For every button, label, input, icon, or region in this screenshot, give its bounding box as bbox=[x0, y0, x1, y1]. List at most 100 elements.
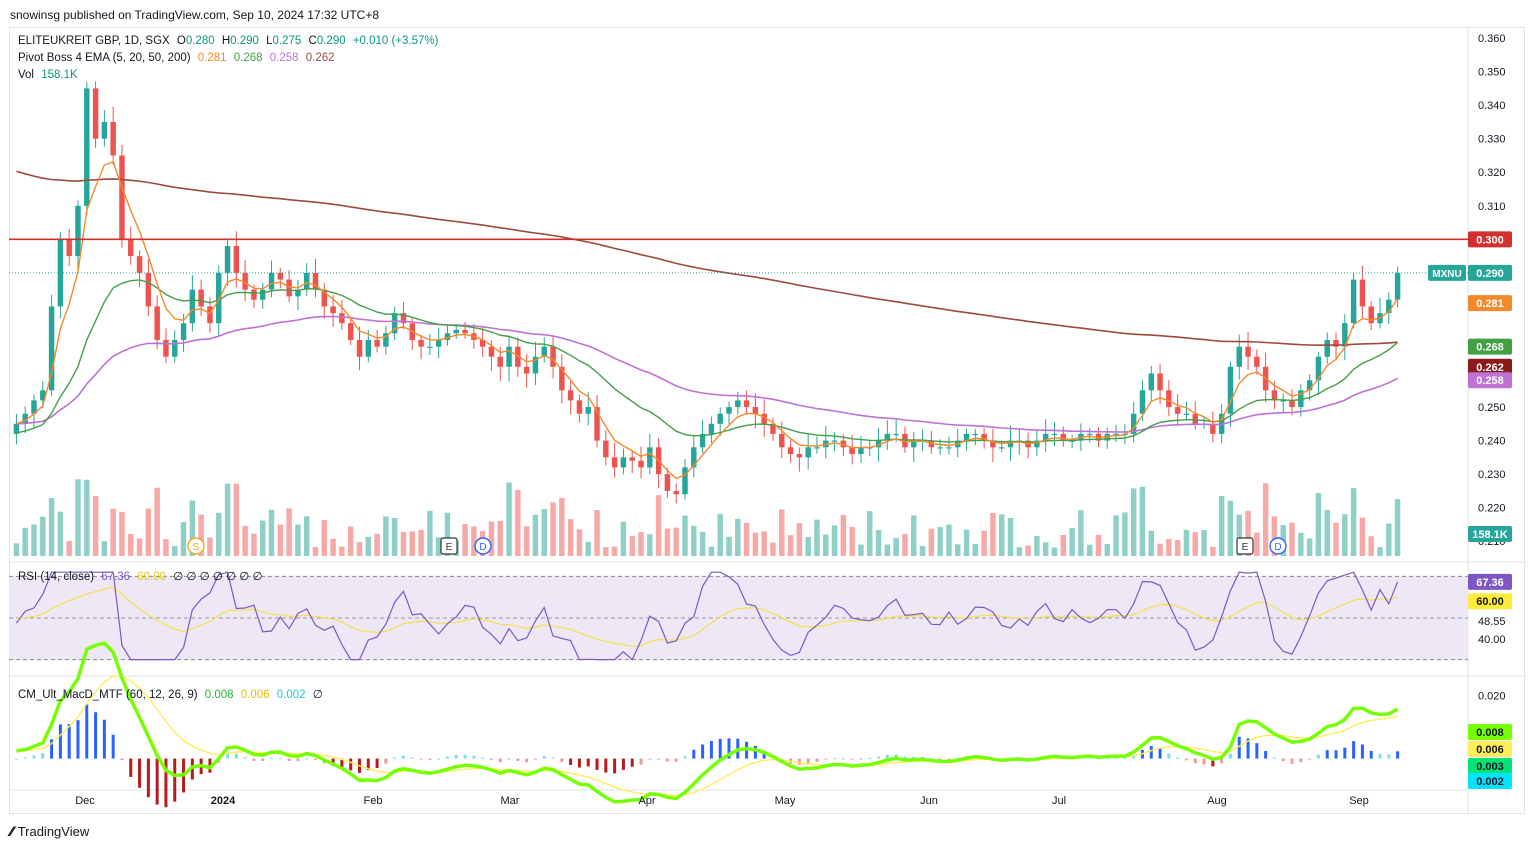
macd-histogram-bar bbox=[657, 758, 661, 760]
chart-canvas[interactable]: 0.360 0.350 0.340 0.330 0.320 0.310 0.250 0.240… bbox=[0, 0, 1536, 849]
time-axis-label: 2024 bbox=[211, 795, 236, 807]
macd-histogram-bar bbox=[648, 758, 652, 760]
macd-histogram-bar bbox=[234, 753, 238, 759]
macd-histogram-bar bbox=[296, 758, 300, 762]
volume-bar bbox=[260, 520, 266, 556]
event-marker-label: E bbox=[446, 542, 453, 553]
candle-body bbox=[638, 460, 644, 468]
candle-body bbox=[75, 205, 81, 257]
legend-high: 0.290 bbox=[230, 35, 259, 47]
macd-histogram-bar bbox=[797, 758, 801, 765]
macd-histogram-bar bbox=[1281, 758, 1285, 762]
ema50-badge: 0.258 bbox=[1476, 375, 1504, 387]
volume-bar bbox=[136, 538, 143, 556]
volume-bar bbox=[585, 541, 591, 556]
macd-histogram-bar bbox=[32, 755, 36, 759]
candle-body bbox=[101, 121, 108, 139]
candle-body bbox=[356, 339, 363, 357]
volume-bar bbox=[541, 509, 547, 556]
macd-histogram-bar bbox=[1272, 757, 1276, 759]
candle-body bbox=[453, 329, 459, 334]
volume-bar bbox=[1218, 496, 1225, 556]
volume-bar bbox=[1394, 499, 1401, 556]
volume-bar bbox=[990, 513, 996, 556]
candle-body bbox=[1148, 373, 1154, 391]
time-axis-label: Feb bbox=[364, 795, 383, 807]
volume-bar bbox=[515, 489, 521, 556]
volume-bar bbox=[567, 519, 574, 556]
candle-body bbox=[128, 239, 134, 257]
legend-macd-name[interactable]: CM_Ult_MacD_MTF (60, 12, 26, 9) bbox=[18, 689, 198, 701]
macd-histogram-bar bbox=[23, 757, 27, 759]
volume-bar bbox=[92, 495, 99, 556]
macd-histogram-bar bbox=[252, 758, 256, 761]
candle-body bbox=[1350, 279, 1357, 324]
candle-body bbox=[163, 339, 169, 357]
time-axis-label: Dec bbox=[75, 795, 95, 807]
volume-bar bbox=[603, 547, 609, 556]
volume-bar bbox=[735, 518, 741, 556]
legend-o-label: O bbox=[176, 35, 186, 47]
volume-bar bbox=[1254, 532, 1260, 556]
ema200-badge: 0.262 bbox=[1476, 362, 1504, 374]
candle-body bbox=[303, 272, 310, 290]
legend-vol-label[interactable]: Vol bbox=[18, 69, 34, 81]
volume-bar bbox=[1122, 512, 1128, 556]
tradingview-logo-icon[interactable]: ⁄⁄ bbox=[10, 823, 14, 839]
event-marker-label: D bbox=[479, 542, 486, 553]
macd-histogram-bar bbox=[868, 758, 872, 760]
footer-brand[interactable]: TradingView bbox=[18, 824, 90, 839]
volume-bar bbox=[462, 523, 468, 556]
volume-bar bbox=[884, 544, 891, 556]
macd-histogram-bar bbox=[586, 758, 590, 767]
candle-body bbox=[814, 447, 820, 449]
volume-bar bbox=[955, 544, 961, 556]
volume-bar bbox=[1025, 545, 1031, 556]
volume-bar bbox=[673, 527, 679, 556]
macd-histogram-bar bbox=[1255, 743, 1259, 759]
candle-body bbox=[216, 272, 222, 324]
legend-main: ELITEUKREIT GBP, 1D, SGX O0.280 H0.290 L… bbox=[18, 35, 442, 47]
volume-bar bbox=[840, 514, 847, 556]
candle-body bbox=[189, 289, 196, 324]
candle-body bbox=[462, 329, 468, 334]
macd-histogram-bar bbox=[243, 757, 247, 759]
macd-histogram-bar bbox=[1352, 741, 1356, 759]
macd-histogram-bar bbox=[120, 758, 124, 761]
volume-bar bbox=[972, 544, 979, 556]
candle-body bbox=[1245, 346, 1251, 357]
candle-body bbox=[796, 454, 803, 458]
candle-body bbox=[893, 433, 899, 436]
ema20-badge: 0.268 bbox=[1476, 342, 1504, 354]
macd-badge-2: 0.006 bbox=[1476, 744, 1504, 756]
candle-body bbox=[488, 346, 495, 357]
candle-body bbox=[418, 339, 424, 347]
volume-bar bbox=[523, 526, 530, 556]
candle-body bbox=[66, 239, 72, 257]
legend-symbol[interactable]: ELITEUKREIT GBP, 1D, SGX bbox=[18, 35, 170, 47]
macd-histogram-bar bbox=[428, 758, 432, 760]
volume-bar bbox=[1069, 528, 1075, 556]
macd-histogram-bar bbox=[111, 734, 115, 759]
time-axis-label: Mar bbox=[501, 795, 520, 807]
candle-body bbox=[435, 339, 442, 347]
volume-bar bbox=[40, 516, 46, 556]
event-marker-label: E bbox=[1242, 542, 1249, 553]
legend-rsi-name[interactable]: RSI (14, close) bbox=[18, 571, 94, 583]
candle-body bbox=[831, 440, 838, 442]
price-tick-label: 0.240 bbox=[1478, 436, 1506, 448]
volume-bar bbox=[1368, 536, 1374, 556]
volume-bar bbox=[154, 487, 160, 556]
macd-histogram-bar bbox=[718, 738, 722, 759]
macd-histogram-bar bbox=[1396, 751, 1400, 759]
symbol-tag: MXNU bbox=[1432, 269, 1461, 280]
candle-body bbox=[119, 155, 125, 240]
candle-body bbox=[1236, 346, 1242, 367]
macd-histogram-bar bbox=[85, 704, 89, 759]
volume-bar bbox=[1342, 514, 1348, 556]
macd-histogram-bar bbox=[1378, 753, 1382, 759]
legend-ema-name[interactable]: Pivot Boss 4 EMA (5, 20, 50, 200) bbox=[18, 52, 191, 64]
legend-ema200: 0.262 bbox=[305, 52, 335, 64]
volume-bar bbox=[31, 524, 37, 556]
macd-histogram-bar bbox=[1316, 754, 1320, 759]
